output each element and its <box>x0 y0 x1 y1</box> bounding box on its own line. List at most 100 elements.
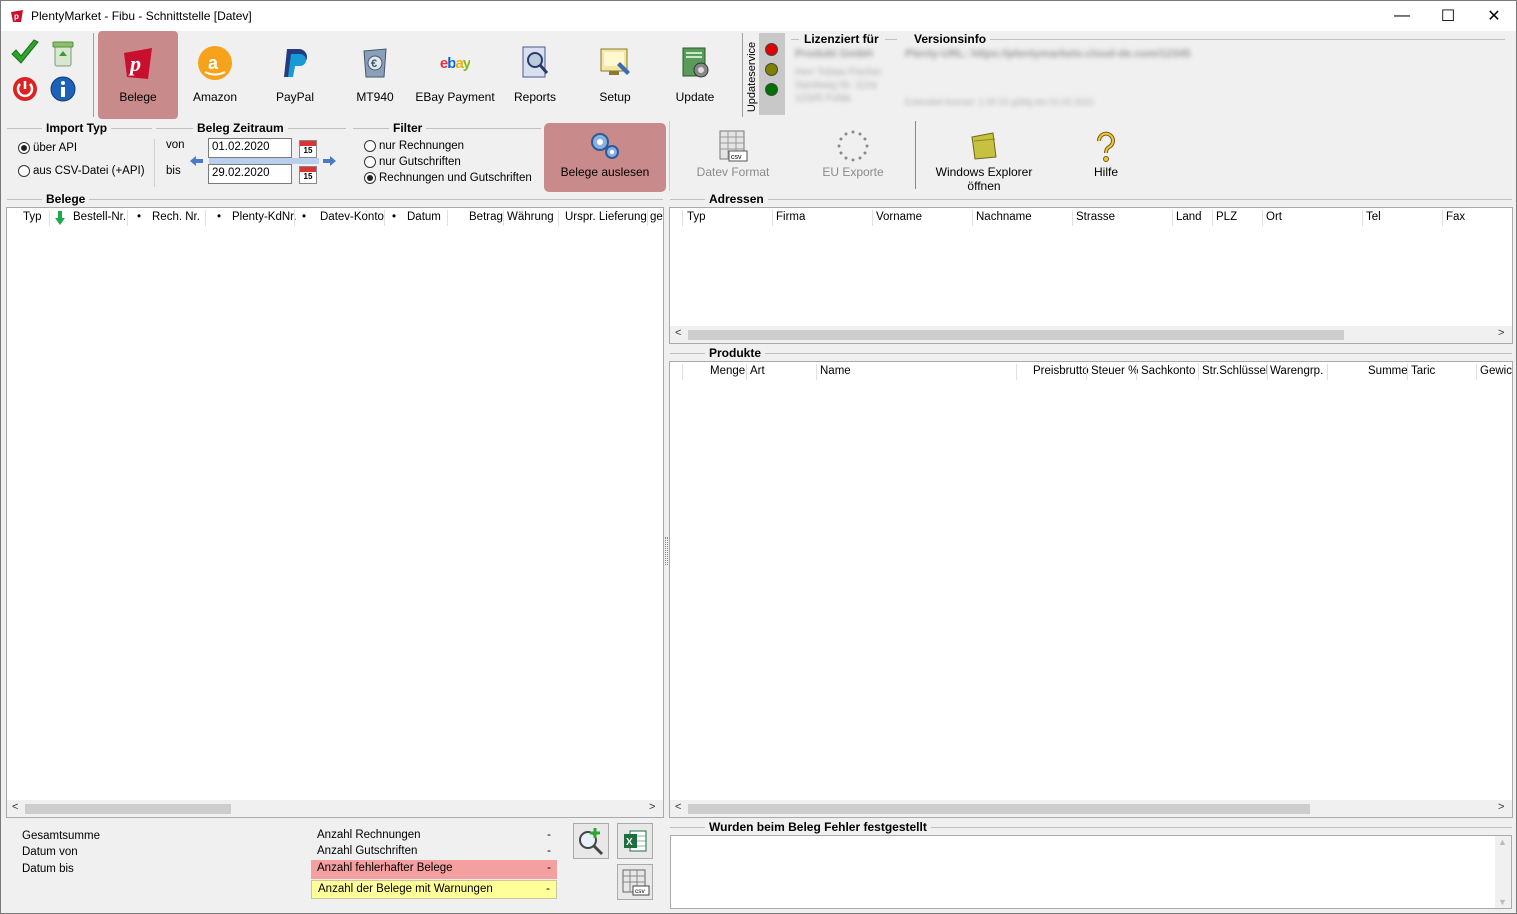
column-separator <box>682 210 683 226</box>
scroll-down-icon[interactable]: ▼ <box>1498 897 1507 907</box>
arrow-right-icon[interactable] <box>322 155 337 167</box>
scroll-left-icon[interactable]: < <box>12 801 18 813</box>
col-plenty-kdnr[interactable]: Plenty-KdNr. <box>232 211 297 223</box>
scroll-thumb[interactable] <box>25 804 231 814</box>
ok-button[interactable] <box>7 37 43 69</box>
license-street: Sandweg Nr. 112a <box>795 80 877 91</box>
col-land[interactable]: Land <box>1176 211 1202 223</box>
col-gewicht[interactable]: Gewic <box>1480 365 1512 377</box>
belege-auslesen-button[interactable]: Belege auslesen <box>544 123 666 192</box>
col-strasse[interactable]: Strasse <box>1076 211 1115 223</box>
col-bestell-nr[interactable]: Bestell-Nr. <box>73 211 126 223</box>
col-firma[interactable]: Firma <box>776 211 805 223</box>
recycle-button[interactable] <box>45 37 81 69</box>
scroll-thumb[interactable] <box>688 804 1310 814</box>
arrow-left-icon[interactable] <box>189 155 204 167</box>
col-name[interactable]: Name <box>820 365 851 377</box>
eu-exporte-button[interactable]: EU Exporte <box>813 127 893 185</box>
col-typ[interactable]: Typ <box>23 211 42 223</box>
toolbar-ebay-button[interactable]: ebay EBay Payment <box>415 31 495 119</box>
col-fax[interactable]: Fax <box>1446 211 1465 223</box>
col-datev-konto[interactable]: Datev-Konto <box>320 211 384 223</box>
radio-nur-rechnungen[interactable]: nur Rechnungen <box>364 140 464 152</box>
scroll-right-icon[interactable]: > <box>649 801 655 813</box>
zoom-add-button[interactable] <box>573 823 609 859</box>
col-summe[interactable]: Summe <box>1368 365 1408 377</box>
produkte-listview[interactable]: Menge Art Name Preisbrutto Steuer % Sach… <box>669 361 1513 818</box>
col-tel[interactable]: Tel <box>1366 211 1381 223</box>
toolbar-paypal-button[interactable]: PayPal <box>255 31 335 119</box>
radio-nur-gutschriften[interactable]: nur Gutschriften <box>364 156 461 168</box>
scroll-left-icon[interactable]: < <box>675 801 681 813</box>
toolbar-setup-label: Setup <box>599 90 631 104</box>
col-ort[interactable]: Ort <box>1266 211 1282 223</box>
col-preisbrutto[interactable]: Preisbrutto <box>1033 365 1089 377</box>
col-sachkonto[interactable]: Sachkonto <box>1141 365 1195 377</box>
col-plz[interactable]: PLZ <box>1216 211 1237 223</box>
fehler-textarea[interactable]: ▲ ▼ <box>670 835 1512 909</box>
radio-indicator <box>364 140 376 152</box>
col-rech-nr[interactable]: Rech. Nr. <box>152 211 200 223</box>
date-bis-input[interactable]: 29.02.2020 <box>208 164 292 184</box>
col-taric[interactable]: Taric <box>1411 365 1435 377</box>
col-vorname[interactable]: Vorname <box>876 211 922 223</box>
info-button[interactable] <box>45 73 81 105</box>
col-betrag[interactable]: Betrag <box>469 211 503 223</box>
date-von-input[interactable]: 01.02.2020 <box>208 138 292 158</box>
calendar-bis-icon[interactable]: 15 <box>299 166 317 184</box>
splitter-handle[interactable] <box>665 537 668 565</box>
scroll-right-icon[interactable]: > <box>1498 801 1504 813</box>
col-ge[interactable]: ge <box>650 211 663 223</box>
belege-hscrollbar[interactable]: < > <box>7 800 663 817</box>
datev-format-button[interactable]: csv Datev Format <box>693 127 773 185</box>
radio-rechnungen-gutschriften[interactable]: Rechnungen und Gutschriften <box>364 172 532 184</box>
produkte-hscrollbar[interactable]: < > <box>670 800 1512 817</box>
maximize-button[interactable]: ☐ <box>1425 1 1471 31</box>
belege-listview[interactable]: Typ Bestell-Nr. • Rech. Nr. • Plenty-KdN… <box>6 207 664 818</box>
toolbar-setup-button[interactable]: Setup <box>575 31 655 119</box>
status-light-red <box>765 43 778 56</box>
calendar-von-icon[interactable]: 15 <box>299 140 317 158</box>
toolbar-reports-button[interactable]: Reports <box>495 31 575 119</box>
radio-csv-datei[interactable]: aus CSV-Datei (+API) <box>18 165 145 177</box>
svg-text:a: a <box>208 53 219 73</box>
column-separator <box>503 210 504 226</box>
anzahl-warnungen-label: Anzahl der Belege mit Warnungen <box>318 883 493 895</box>
radio-ueber-api[interactable]: über API <box>18 142 77 154</box>
toolbar-amazon-button[interactable]: a Amazon <box>175 31 255 119</box>
col-str-schluessel[interactable]: Str.Schlüssel <box>1202 365 1268 377</box>
minimize-button[interactable]: — <box>1379 1 1425 31</box>
col-urspr-lieferung[interactable]: Urspr. Lieferung <box>565 211 647 223</box>
csv-export-button[interactable]: csv <box>617 864 653 900</box>
power-button[interactable] <box>7 73 43 105</box>
col-waehrung[interactable]: Währung <box>507 211 554 223</box>
col-warengrp[interactable]: Warengrp. <box>1270 365 1323 377</box>
col-menge[interactable]: Menge <box>710 365 745 377</box>
column-separator <box>772 210 773 226</box>
toolbar-belege-button[interactable]: p Belege <box>98 31 178 119</box>
toolbar-update-button[interactable]: Update <box>655 31 735 119</box>
produkte-group: Produkte <box>670 346 1512 360</box>
radio-indicator <box>18 142 30 154</box>
scroll-right-icon[interactable]: > <box>1498 327 1504 339</box>
adressen-hscrollbar[interactable]: < > <box>670 326 1512 343</box>
hilfe-button[interactable]: Hilfe <box>1071 127 1141 185</box>
close-button[interactable]: ✕ <box>1471 1 1516 31</box>
adressen-listview[interactable]: Typ Firma Vorname Nachname Strasse Land … <box>669 207 1513 344</box>
anzahl-gutschriften-label: Anzahl Gutschriften <box>317 845 418 857</box>
col-typ[interactable]: Typ <box>687 211 706 223</box>
windows-explorer-button[interactable]: Windows Explorer öffnen <box>921 127 1047 193</box>
excel-export-button[interactable]: X <box>617 823 653 859</box>
col-steuer[interactable]: Steuer % <box>1091 365 1138 377</box>
bis-label: bis <box>166 165 181 177</box>
scroll-left-icon[interactable]: < <box>675 327 681 339</box>
col-art[interactable]: Art <box>750 365 765 377</box>
toolbar-mt940-button[interactable]: € MT940 <box>335 31 415 119</box>
scroll-up-icon[interactable]: ▲ <box>1498 837 1507 847</box>
col-datum[interactable]: Datum <box>407 211 441 223</box>
fehler-vscrollbar[interactable]: ▲ ▼ <box>1495 836 1511 908</box>
scroll-thumb[interactable] <box>688 330 1344 340</box>
datum-von-label: Datum von <box>22 846 78 858</box>
col-nachname[interactable]: Nachname <box>976 211 1032 223</box>
info-icon <box>50 76 76 102</box>
